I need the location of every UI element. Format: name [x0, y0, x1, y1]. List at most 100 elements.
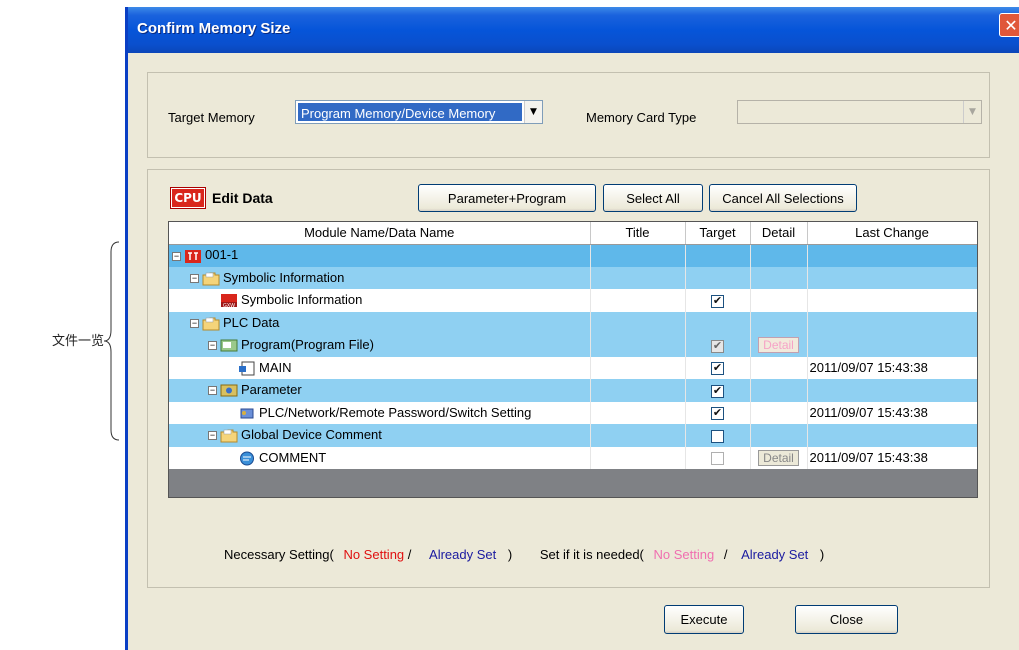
cpu-icon: [185, 249, 201, 263]
title-cell: [590, 356, 686, 379]
title-cell: [590, 244, 686, 267]
legend-text: Already Set: [429, 547, 497, 562]
collapse-toggle-icon[interactable]: −: [208, 341, 217, 351]
confirm-memory-size-dialog: Confirm Memory Size ✕ Target Memory Prog…: [125, 7, 1019, 650]
target-checkbox[interactable]: [711, 429, 724, 443]
last-change-cell: [807, 311, 977, 334]
legend-text: Necessary Setting(: [224, 547, 334, 562]
detail-cell: [750, 266, 808, 289]
svg-text:GXW: GXW: [223, 303, 235, 308]
brace-bracket: [103, 241, 120, 441]
last-change-cell: [807, 334, 977, 357]
detail-cell: [750, 356, 808, 379]
collapse-toggle-icon[interactable]: −: [208, 386, 217, 396]
table-row[interactable]: − Program(Program File) ✔ Detail: [169, 334, 977, 357]
data-name-text: Symbolic Information: [241, 292, 363, 308]
collapse-toggle-icon[interactable]: −: [190, 318, 199, 328]
column-header[interactable]: Title: [590, 222, 686, 245]
parameter-program-button[interactable]: Parameter+Program: [418, 184, 596, 212]
execute-button[interactable]: Execute: [664, 605, 744, 634]
detail-cell: [750, 379, 808, 402]
cancel-all-selections-button[interactable]: Cancel All Selections: [709, 184, 857, 212]
detail-button[interactable]: Detail: [758, 449, 799, 466]
data-name-text: PLC Data: [223, 314, 280, 330]
target-cell: ✔: [685, 289, 751, 312]
module-name-cell: − Global Device Comment: [169, 424, 591, 447]
dropdown-arrow-icon[interactable]: ▼: [963, 101, 981, 123]
module-name-cell: COMMENT: [169, 446, 591, 469]
target-cell: ✔: [685, 334, 751, 357]
memory-card-type-select[interactable]: ▼: [737, 100, 982, 124]
title-cell: [590, 446, 686, 469]
memory-card-type-label: Memory Card Type: [586, 110, 697, 125]
dropdown-arrow-icon[interactable]: ▼: [524, 101, 542, 123]
folder-icon: [202, 272, 220, 286]
setting-legend: Necessary Setting( No Setting / Already …: [148, 547, 991, 562]
title-bar[interactable]: Confirm Memory Size ✕: [128, 7, 1019, 53]
collapse-toggle-icon[interactable]: −: [172, 251, 181, 261]
legend-text: No Setting: [653, 547, 715, 562]
file-list-label: 文件一览: [52, 334, 105, 349]
target-checkbox[interactable]: ✔: [711, 294, 724, 308]
target-memory-select[interactable]: Program Memory/Device Memory ▼: [295, 100, 543, 124]
target-memory-group: Target Memory Program Memory/Device Memo…: [147, 72, 990, 158]
column-header[interactable]: Target: [685, 222, 751, 245]
module-name-cell: PLC/Network/Remote Password/Switch Setti…: [169, 401, 591, 424]
legend-text: Set if it is needed(: [539, 547, 644, 562]
last-change-cell: [807, 266, 977, 289]
table-row[interactable]: − PLC Data: [169, 311, 977, 334]
module-name-cell: MAIN: [169, 356, 591, 379]
program-file-icon: [239, 361, 255, 376]
table-row[interactable]: − 001-1: [169, 244, 977, 267]
column-header[interactable]: Last Change: [807, 222, 977, 245]
title-cell: [590, 289, 686, 312]
legend-text: /: [723, 547, 728, 562]
folder-icon: [202, 317, 220, 331]
target-cell: ✔: [685, 356, 751, 379]
select-all-button[interactable]: Select All: [603, 184, 703, 212]
comment-icon: [240, 451, 254, 466]
legend-text: ): [819, 547, 825, 562]
table-row[interactable]: COMMENT Detail 2011/09/07 15:43:38: [169, 446, 977, 469]
data-name-text: Symbolic Information: [223, 269, 345, 285]
data-name-text: COMMENT: [259, 449, 327, 465]
table-row[interactable]: − Symbolic Information: [169, 266, 977, 289]
detail-cell: [750, 289, 808, 312]
table-row[interactable]: MAIN ✔ 2011/09/07 15:43:38: [169, 356, 977, 379]
data-name-text: Global Device Comment: [241, 427, 382, 443]
column-header[interactable]: Detail: [750, 222, 808, 245]
column-header[interactable]: Module Name/Data Name: [169, 222, 591, 245]
target-cell: [685, 266, 751, 289]
close-window-button[interactable]: ✕: [999, 13, 1019, 37]
table-row[interactable]: − Parameter ✔: [169, 379, 977, 402]
target-checkbox[interactable]: ✔: [711, 407, 724, 421]
table-row[interactable]: − Global Device Comment: [169, 424, 977, 447]
legend-text: ): [507, 547, 513, 562]
target-checkbox: [711, 452, 724, 466]
detail-button[interactable]: Detail: [758, 337, 799, 354]
data-name-text: PLC/Network/Remote Password/Switch Setti…: [259, 404, 532, 420]
symbolic-info-icon: GXW: [221, 294, 237, 308]
close-button[interactable]: Close: [795, 605, 898, 634]
target-checkbox[interactable]: ✔: [711, 384, 724, 398]
target-cell: ✔: [685, 379, 751, 402]
collapse-toggle-icon[interactable]: −: [190, 273, 199, 283]
table-row[interactable]: PLC/Network/Remote Password/Switch Setti…: [169, 401, 977, 424]
title-cell: [590, 334, 686, 357]
legend-text: /: [407, 547, 412, 562]
edit-data-group: CPU Edit Data Parameter+Program Select A…: [147, 169, 990, 588]
table-row[interactable]: GXW Symbolic Information ✔: [169, 289, 977, 312]
parameter-icon: [220, 384, 238, 397]
legend-text: Already Set: [741, 547, 809, 562]
detail-cell: Detail: [750, 446, 808, 469]
target-checkbox[interactable]: ✔: [711, 362, 724, 376]
edit-data-grid[interactable]: Module Name/Data Name Title Target Detai…: [168, 221, 978, 498]
target-memory-value[interactable]: Program Memory/Device Memory: [298, 103, 522, 121]
last-change-cell: [807, 379, 977, 402]
collapse-toggle-icon[interactable]: −: [208, 431, 217, 441]
network-param-icon: [240, 408, 254, 419]
title-cell: [590, 311, 686, 334]
detail-cell: [750, 311, 808, 334]
target-checkbox: ✔: [711, 339, 724, 353]
data-name-text: 001-1: [205, 247, 239, 263]
